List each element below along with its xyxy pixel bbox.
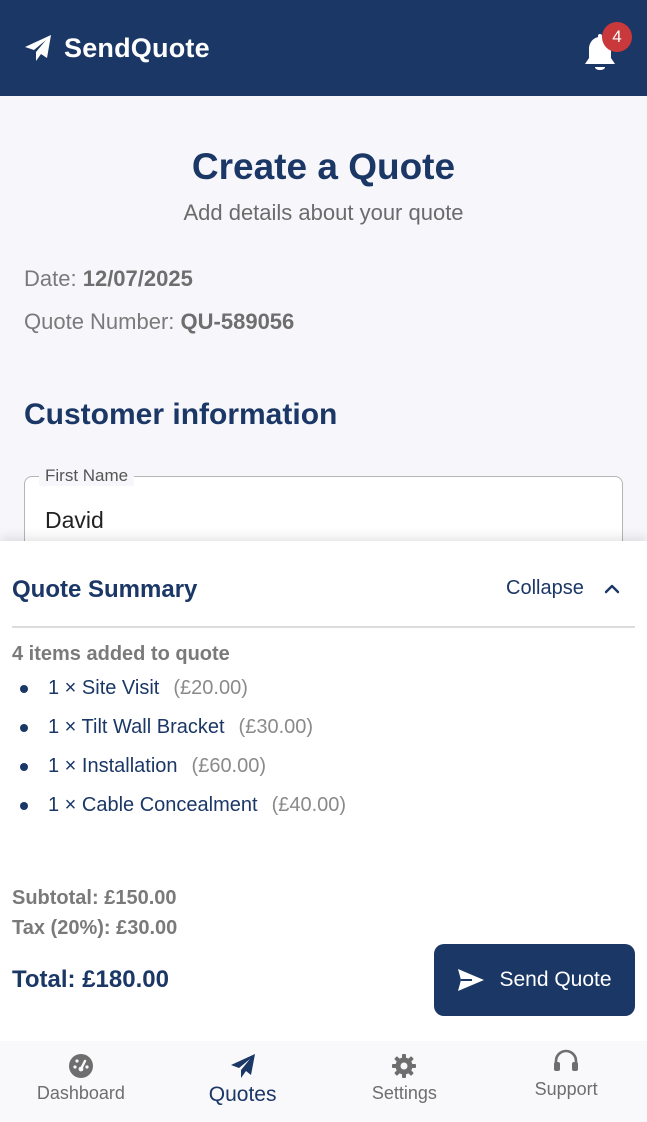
subtotal: Subtotal: £150.00 (12, 887, 177, 909)
first-name-label: First Name (39, 466, 135, 486)
app-header: SendQuote 4 (0, 0, 647, 96)
nav-label-quotes: Quotes (208, 1083, 277, 1106)
nav-item-support[interactable]: Support (485, 1041, 647, 1122)
bullet (20, 801, 28, 810)
list-item: 1 × Cable Concealment (£40.00) (20, 794, 346, 817)
chevron-up-icon (604, 584, 620, 593)
total: Total: £180.00 (12, 966, 169, 993)
item-name: 1 × Tilt Wall Bracket (48, 716, 225, 738)
page-subtitle: Add details about your quote (183, 200, 464, 225)
nav-item-settings[interactable]: Settings (324, 1041, 486, 1122)
item-name: 1 × Installation (48, 755, 178, 777)
send-icon (458, 969, 485, 991)
bullet (20, 723, 28, 732)
bullet (20, 762, 28, 771)
date-label: Date: (24, 266, 77, 291)
quote-summary-panel: Quote Summary Collapse 4 items added to … (0, 541, 647, 1041)
nav-label-dashboard: Dashboard (36, 1083, 125, 1103)
app-name: SendQuote (64, 32, 210, 63)
quote-number-value: QU-589056 (180, 309, 295, 334)
quote-number-label: Quote Number: (24, 309, 175, 334)
list-item: 1 × Tilt Wall Bracket (£30.00) (20, 716, 313, 739)
paper-plane-icon (230, 1054, 255, 1078)
first-name-value[interactable]: David (45, 507, 104, 534)
collapse-button[interactable]: Collapse (506, 577, 622, 600)
customer-section-title: Customer information (24, 398, 338, 431)
item-name: 1 × Cable Concealment (48, 794, 258, 816)
item-price: (£40.00) (271, 794, 347, 816)
quote-date: Date: 12/07/2025 (24, 266, 193, 292)
paper-plane-icon (25, 35, 51, 61)
headset-icon (554, 1049, 579, 1071)
nav-item-dashboard[interactable]: Dashboard (0, 1041, 162, 1122)
send-quote-button[interactable]: Send Quote (434, 944, 635, 1016)
divider (12, 626, 635, 628)
brand[interactable]: SendQuote (24, 33, 210, 64)
item-name: 1 × Site Visit (48, 677, 160, 699)
tax: Tax (20%): £30.00 (12, 917, 178, 939)
gear-icon (392, 1054, 417, 1078)
dashboard-gauge-icon (68, 1054, 93, 1078)
notifications-button[interactable]: 4 (578, 22, 632, 74)
quote-number: Quote Number: QU-589056 (24, 309, 294, 335)
list-item: 1 × Site Visit (£20.00) (20, 677, 248, 700)
item-price: (£30.00) (238, 716, 314, 738)
date-value: 12/07/2025 (82, 266, 193, 291)
item-price: (£20.00) (173, 677, 248, 699)
notification-badge: 4 (602, 22, 632, 52)
page-title: Create a Quote (191, 146, 456, 187)
list-item: 1 × Installation (£60.00) (20, 755, 266, 778)
item-price: (£60.00) (191, 755, 267, 777)
summary-title: Quote Summary (12, 576, 198, 603)
nav-item-quotes[interactable]: Quotes (162, 1041, 324, 1122)
bullet (20, 684, 28, 693)
bottom-nav: Dashboard Quotes Settings Support (0, 1041, 647, 1122)
send-quote-label: Send Quote (499, 968, 612, 991)
collapse-label: Collapse (506, 577, 584, 599)
nav-label-settings: Settings (371, 1083, 437, 1103)
nav-label-support: Support (534, 1079, 598, 1099)
items-count: 4 items added to quote (12, 643, 230, 665)
